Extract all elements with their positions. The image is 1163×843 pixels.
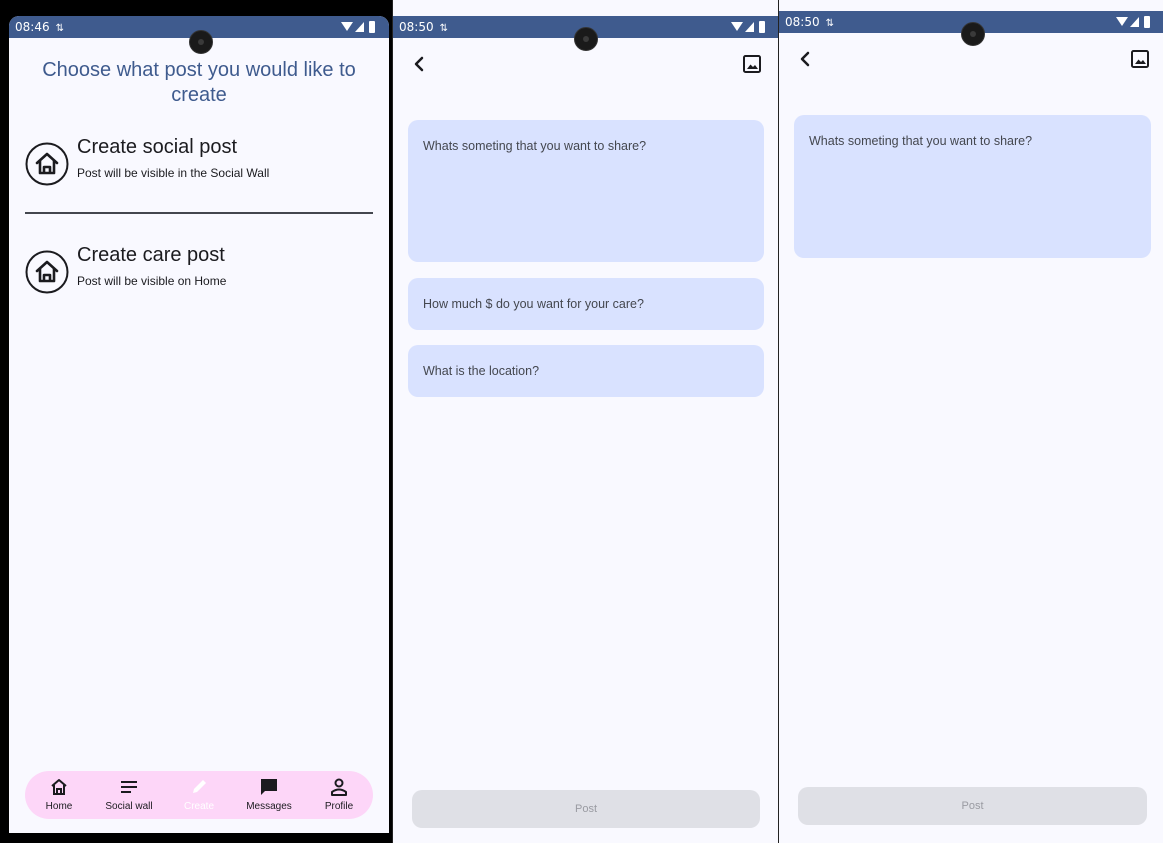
bottom-navigation: Home Social wall Create Messages Profile: [25, 771, 373, 819]
share-placeholder: Whats someting that you want to share?: [423, 139, 647, 153]
share-placeholder: Whats someting that you want to share?: [809, 134, 1033, 148]
create-social-post-option[interactable]: Create social post Post will be visible …: [25, 132, 373, 192]
sync-icon: ⇅: [825, 18, 834, 29]
status-time: 08:50: [785, 15, 820, 29]
option-subtitle: Post will be visible on Home: [77, 274, 227, 288]
nav-messages[interactable]: Messages: [239, 775, 299, 817]
share-text-field[interactable]: Whats someting that you want to share?: [408, 120, 764, 262]
message-icon: [261, 779, 277, 795]
nav-social-wall[interactable]: Social wall: [99, 775, 159, 817]
location-field[interactable]: What is the location?: [408, 345, 764, 397]
nav-profile[interactable]: Profile: [309, 775, 369, 817]
option-subtitle: Post will be visible in the Social Wall: [77, 166, 270, 180]
home-icon: [51, 779, 67, 795]
system-icons: [1116, 16, 1150, 28]
option-title: Create care post: [77, 244, 225, 266]
pencil-icon: [193, 780, 206, 793]
option-title: Create social post: [77, 136, 238, 158]
post-button[interactable]: Post: [798, 787, 1147, 825]
sync-icon: ⇅: [55, 23, 64, 34]
screen-surface: 08:46 ⇅ Choose what post you would like t…: [9, 16, 389, 833]
nav-home[interactable]: Home: [29, 775, 89, 817]
create-choice-screen: 08:46 ⇅ Choose what post you would like t…: [0, 0, 392, 843]
nav-label: Messages: [246, 801, 292, 812]
system-icons: [731, 21, 765, 33]
price-field[interactable]: How much $ do you want for your care?: [408, 278, 764, 330]
back-icon[interactable]: [407, 52, 431, 76]
page-title: Choose what post you would like to creat…: [42, 59, 356, 106]
nav-label: Create: [183, 801, 214, 812]
nav-label: Home: [45, 801, 73, 812]
nav-label: Profile: [324, 801, 354, 812]
create-social-post-screen: 08:50 ⇅ Whats someting that you want to s…: [778, 0, 1163, 843]
share-text-field[interactable]: Whats someting that you want to share?: [794, 115, 1151, 258]
front-camera: [961, 22, 985, 46]
back-icon[interactable]: [793, 47, 817, 71]
home-icon: [25, 142, 69, 186]
create-care-post-screen: 08:50 ⇅ Whats someting that you want to s…: [392, 0, 779, 843]
home-icon: [25, 250, 69, 294]
front-camera: [189, 30, 213, 54]
create-care-post-option[interactable]: Create care post Post will be visible on…: [25, 240, 373, 300]
nav-label: Social wall: [105, 801, 153, 812]
status-time: 08:50: [399, 20, 434, 34]
post-button[interactable]: Post: [412, 790, 760, 828]
price-placeholder: How much $ do you want for your care?: [423, 297, 644, 311]
person-icon: [331, 778, 347, 796]
divider: [25, 212, 373, 214]
image-icon[interactable]: [1128, 47, 1152, 71]
nav-create[interactable]: Create: [169, 775, 229, 817]
image-icon[interactable]: [740, 52, 764, 76]
location-placeholder: What is the location?: [423, 364, 540, 378]
list-icon: [121, 781, 137, 793]
front-camera: [574, 27, 598, 51]
system-icons: [341, 21, 375, 33]
sync-icon: ⇅: [439, 23, 448, 34]
status-time: 08:46: [15, 20, 50, 34]
